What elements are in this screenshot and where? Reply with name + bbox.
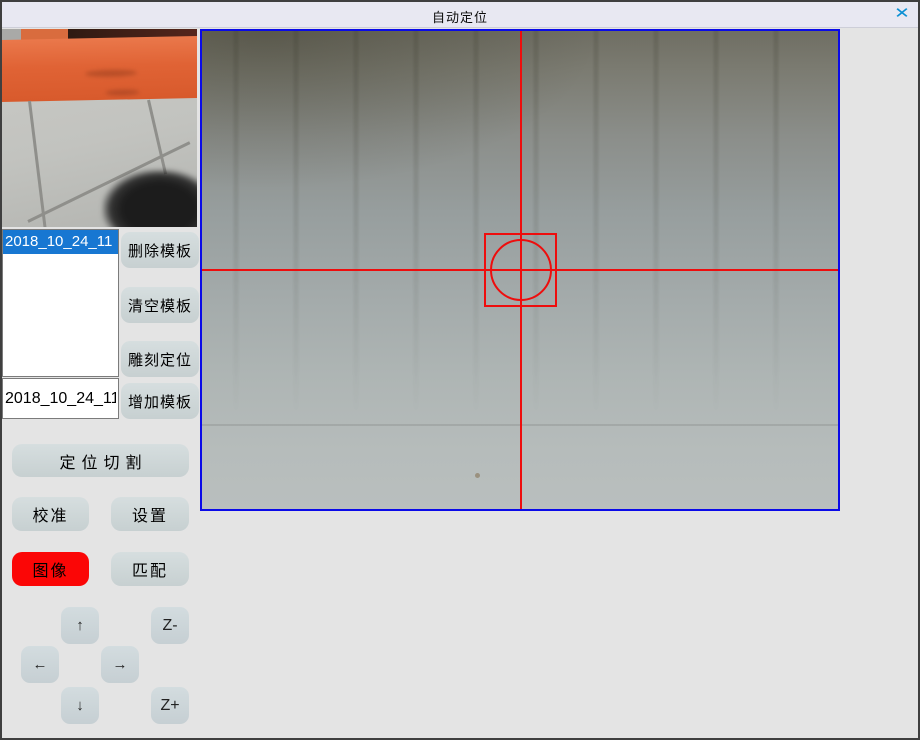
thumbnail-smudge	[85, 69, 137, 77]
add-template-button[interactable]: 增加模板	[121, 383, 199, 419]
thumbnail-dark-object	[102, 169, 197, 227]
camera-speck	[475, 473, 480, 478]
jog-down-button[interactable]: ↓	[61, 687, 99, 724]
thumbnail-smudge	[105, 89, 139, 96]
clear-templates-button[interactable]: 清空模板	[121, 287, 199, 323]
jog-z-minus-button[interactable]: Z-	[151, 607, 189, 644]
position-cut-button[interactable]: 定位切割	[12, 444, 189, 477]
jog-right-button[interactable]: →	[101, 646, 139, 683]
target-circle	[490, 239, 552, 301]
image-button[interactable]: 图像	[12, 552, 89, 586]
tile-grout-line	[28, 101, 47, 227]
list-item[interactable]: 2018_10_24_11	[3, 230, 118, 254]
title-bar: 自动定位 ✕	[0, 0, 920, 28]
close-icon[interactable]: ✕	[890, 4, 915, 24]
match-button[interactable]: 匹配	[111, 552, 189, 586]
thumbnail-orange-band	[2, 36, 197, 102]
jog-z-plus-button[interactable]: Z+	[151, 687, 189, 724]
engrave-position-button[interactable]: 雕刻定位	[121, 341, 199, 377]
dialog-title: 自动定位	[0, 7, 920, 26]
auto-position-dialog: 自动定位 ✕ 2018_10_24_11 删除模板 清空模板 雕刻定位 增加模板…	[0, 0, 920, 740]
template-list[interactable]: 2018_10_24_11	[2, 229, 119, 377]
settings-button[interactable]: 设置	[111, 497, 189, 531]
template-thumbnail	[2, 29, 197, 227]
jog-left-button[interactable]: ←	[21, 646, 59, 683]
delete-template-button[interactable]: 删除模板	[121, 232, 199, 268]
template-name-input[interactable]	[2, 378, 119, 419]
camera-view[interactable]	[200, 29, 840, 511]
jog-up-button[interactable]: ↑	[61, 607, 99, 644]
calibrate-button[interactable]: 校准	[12, 497, 89, 531]
